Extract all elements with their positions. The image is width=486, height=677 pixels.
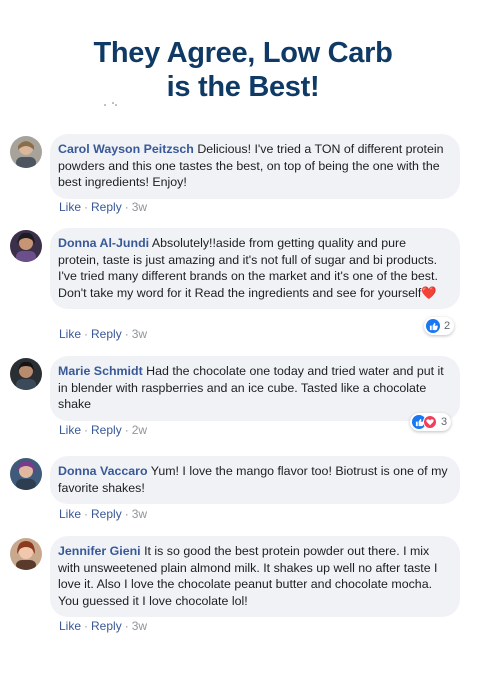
avatar[interactable] xyxy=(10,538,42,570)
comment-timestamp[interactable]: 2w xyxy=(132,423,147,437)
comment-actions: Like · Reply · 3w xyxy=(59,327,148,341)
reply-link[interactable]: Reply xyxy=(91,507,122,521)
comment-bubble: Donna Vaccaro Yum! I love the mango flav… xyxy=(50,456,460,504)
comment-author[interactable]: Carol Wayson Peitzsch xyxy=(58,142,194,156)
comment-bubble: Jennifer Gieni It is so good the best pr… xyxy=(50,536,460,617)
comment-timestamp[interactable]: 3w xyxy=(132,619,147,633)
reply-link[interactable]: Reply xyxy=(91,327,122,341)
page-headline: They Agree, Low Carb is the Best! xyxy=(0,36,486,104)
like-link[interactable]: Like xyxy=(59,327,81,341)
avatar[interactable] xyxy=(10,458,42,490)
comment-bubble: Marie Schmidt Had the chocolate one toda… xyxy=(50,356,460,421)
comment-timestamp[interactable]: 3w xyxy=(132,200,147,214)
reaction-summary[interactable]: 2 xyxy=(424,317,455,335)
heart-emoji: ❤️ xyxy=(421,285,437,300)
like-link[interactable]: Like xyxy=(59,423,81,437)
comment-author[interactable]: Donna Vaccaro xyxy=(58,464,148,478)
reply-link[interactable]: Reply xyxy=(91,423,122,437)
headline-line-1: They Agree, Low Carb xyxy=(93,37,393,69)
avatar[interactable] xyxy=(10,230,42,262)
comment-actions: Like · Reply · 3w xyxy=(59,507,148,521)
avatar[interactable] xyxy=(10,136,42,168)
like-link[interactable]: Like xyxy=(59,619,81,633)
comment-author[interactable]: Jennifer Gieni xyxy=(58,544,141,558)
comment-actions: Like · Reply · 3w xyxy=(59,200,148,214)
comment-bubble: Carol Wayson Peitzsch Delicious! I've tr… xyxy=(50,134,460,199)
like-link[interactable]: Like xyxy=(59,507,81,521)
decorative-mark xyxy=(104,102,117,106)
comment-timestamp[interactable]: 3w xyxy=(132,507,147,521)
like-link[interactable]: Like xyxy=(59,200,81,214)
reaction-count: 3 xyxy=(441,416,448,428)
like-reaction-icon xyxy=(426,319,440,333)
avatar[interactable] xyxy=(10,358,42,390)
reaction-summary[interactable]: 3 xyxy=(410,413,452,431)
reply-link[interactable]: Reply xyxy=(91,200,122,214)
comment-actions: Like · Reply · 3w xyxy=(59,619,148,633)
comment-actions: Like · Reply · 2w xyxy=(59,423,148,437)
reply-link[interactable]: Reply xyxy=(91,619,122,633)
comment-bubble: Donna Al-Jundi Absolutely!!aside from ge… xyxy=(50,228,460,309)
comment-timestamp[interactable]: 3w xyxy=(132,327,147,341)
love-reaction-icon xyxy=(423,415,437,429)
headline-line-2: is the Best! xyxy=(166,71,320,103)
reaction-count: 2 xyxy=(444,320,451,332)
comment-author[interactable]: Donna Al-Jundi xyxy=(58,236,149,250)
comment-author[interactable]: Marie Schmidt xyxy=(58,364,143,378)
